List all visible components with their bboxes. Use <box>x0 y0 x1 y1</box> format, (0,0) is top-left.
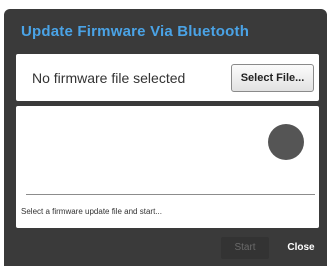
file-status-text: No firmware file selected <box>32 70 186 86</box>
divider <box>26 194 315 195</box>
file-selection-panel: No firmware file selected Select File... <box>16 54 319 101</box>
start-button[interactable]: Start <box>221 237 269 259</box>
status-message: Select a firmware update file and start.… <box>21 207 162 216</box>
dialog-title: Update Firmware Via Bluetooth <box>21 23 250 40</box>
busy-indicator-icon <box>268 124 304 160</box>
progress-panel: Select a firmware update file and start.… <box>16 106 319 228</box>
firmware-update-dialog: Update Firmware Via Bluetooth No firmwar… <box>4 9 327 266</box>
select-file-button[interactable]: Select File... <box>231 64 314 92</box>
close-button[interactable]: Close <box>281 237 321 259</box>
